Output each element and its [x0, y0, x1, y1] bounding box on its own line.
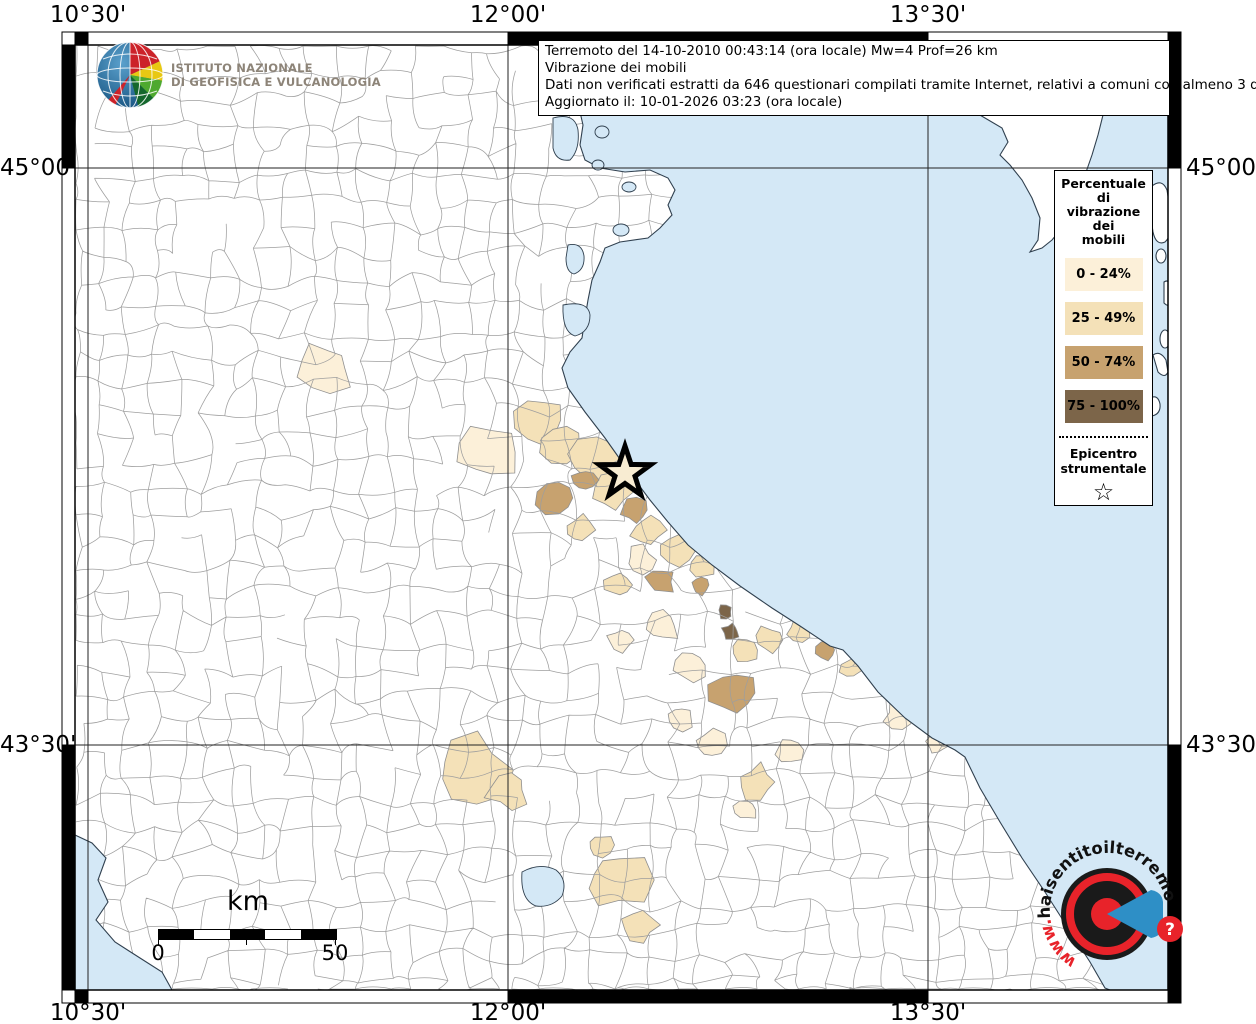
scale-segment [229, 930, 266, 939]
lake-trasimeno [521, 866, 565, 907]
scale-start-label: 0 [151, 941, 165, 965]
lat-label-left-1: 45°00' [0, 155, 77, 181]
haisentitoilterremoto-logo: ? www.haisentitoilterremoto.it [1035, 840, 1183, 972]
event-title: Terremoto del 14-10-2010 00:43:14 (ora l… [545, 43, 998, 59]
island [1155, 248, 1167, 264]
delta-pond [612, 223, 630, 237]
legend-label: 25 - 49% [1071, 311, 1136, 326]
delta-pond [621, 181, 637, 193]
epicenter-legend-label: Epicentro strumentale [1055, 446, 1152, 476]
lat-label-right-1: 45°00' [1186, 155, 1256, 181]
scale-bar [158, 929, 337, 940]
legend-label: 75 - 100% [1067, 399, 1140, 414]
scale-unit-label: km [227, 886, 269, 917]
ingv-wordmark: ISTITUTO NAZIONALE DI GEOFISICA E VULCAN… [171, 61, 381, 89]
legend-label: 0 - 24% [1076, 267, 1131, 282]
epicenter-star-icon: ☆ [1092, 478, 1115, 506]
legend-title-line: Percentuale [1061, 176, 1146, 191]
lon-label-top-3: 13°30' [889, 2, 967, 28]
legend-swatch-0-24: 0 - 24% [1064, 258, 1143, 291]
lon-label-top-1: 10°30' [49, 2, 127, 28]
lon-label-bottom-1: 10°30' [49, 1000, 127, 1024]
epicenter-label-line2: strumentale [1060, 461, 1147, 476]
legend-swatch-25-49: 25 - 49% [1064, 302, 1143, 335]
ingv-globe-icon [96, 41, 164, 109]
ingv-name-line2: DI GEOFISICA E VULCANOLOGIA [171, 75, 381, 89]
delta-pond [594, 125, 610, 139]
ingv-name-line1: ISTITUTO NAZIONALE [171, 61, 313, 75]
lat-label-left-2: 43°30' [0, 732, 77, 758]
map-page: 10°30' 12°00' 13°30' 10°30' 12°00' 13°30… [0, 0, 1256, 1024]
legend-title: Percentuale di vibrazione dei mobili [1055, 177, 1152, 247]
ingv-logo: ISTITUTO NAZIONALE DI GEOFISICA E VULCAN… [95, 40, 425, 116]
scale-tick [246, 940, 247, 945]
scale-end-label: 50 [321, 941, 349, 965]
scale-segment [265, 930, 301, 939]
lon-label-top-2: 12°00' [469, 2, 547, 28]
legend-title-line: mobili [1081, 232, 1126, 247]
scale-segment [194, 930, 230, 939]
legend-title-line: di [1096, 190, 1111, 205]
legend-label: 50 - 74% [1071, 355, 1136, 370]
legend-swatch-50-74: 50 - 74% [1064, 346, 1143, 379]
map-subject: Vibrazione dei mobili [545, 60, 687, 76]
scale-segment [159, 930, 195, 939]
lon-label-bottom-2: 12°00' [469, 1000, 547, 1024]
logo-question-mark: ? [1165, 920, 1175, 940]
data-source: Dati non verificati estratti da 646 ques… [545, 77, 1256, 93]
lat-label-right-2: 43°30' [1186, 732, 1256, 758]
legend-separator [1059, 436, 1148, 438]
legend-title-line: vibrazione [1066, 204, 1141, 219]
last-updated: Aggiornato il: 10-01-2026 03:23 (ora loc… [545, 94, 843, 110]
logo-text-tld: .it [1035, 840, 1039, 844]
lon-label-bottom-3: 13°30' [889, 1000, 967, 1024]
epicenter-label-line1: Epicentro [1069, 446, 1138, 461]
scale-segment [300, 930, 337, 939]
venice-lagoon [552, 116, 579, 161]
legend-title-line: dei [1092, 218, 1115, 233]
event-info-box: Terremoto del 14-10-2010 00:43:14 (ora l… [538, 40, 1256, 116]
legend-swatch-75-100: 75 - 100% [1064, 390, 1143, 423]
legend: Percentuale di vibrazione dei mobili 0 -… [1054, 170, 1153, 506]
